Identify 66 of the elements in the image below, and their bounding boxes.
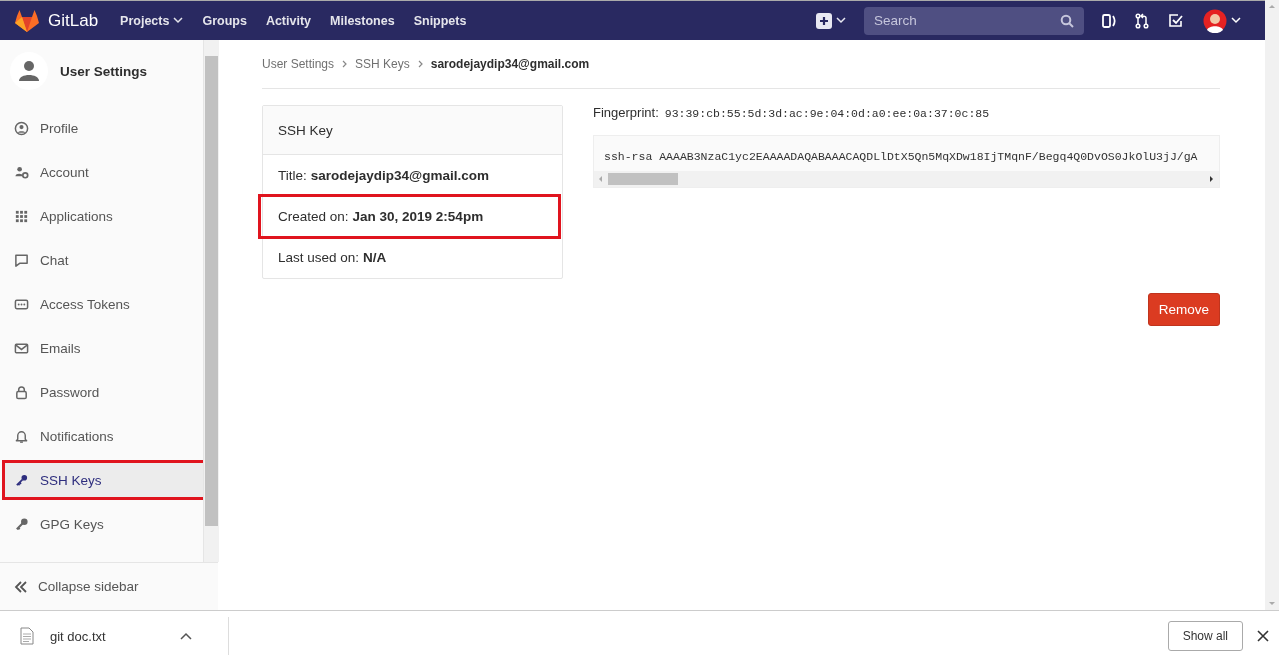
double-chevron-left-icon	[14, 580, 28, 593]
lock-icon	[14, 384, 29, 400]
plus-icon	[816, 12, 832, 29]
breadcrumb-link[interactable]: sarodejaydip34@gmail.com	[430, 57, 590, 71]
chevron-right-icon	[417, 60, 423, 68]
search-field[interactable]: Search	[864, 6, 1084, 35]
sidebar-item[interactable]: Chat	[4, 242, 203, 278]
show-all-button[interactable]: Show all	[1167, 621, 1243, 651]
fingerprint-label: Fingerprint:	[593, 105, 659, 120]
sidebar-item[interactable]: Applications	[4, 198, 203, 234]
chevron-up-icon	[180, 632, 192, 640]
breadcrumb-link[interactable]: SSH Keys	[355, 57, 410, 71]
chevron-down-icon	[1231, 17, 1241, 24]
scrollbar-thumb[interactable]	[608, 173, 678, 185]
panel-icon	[1102, 12, 1116, 29]
search-icon	[1060, 13, 1074, 28]
sidebar-item[interactable]: Emails	[4, 330, 203, 366]
sidebar-toggle-button[interactable]	[1102, 12, 1116, 29]
nav-link[interactable]: Snippets	[413, 13, 467, 28]
document-icon	[20, 627, 34, 645]
chevron-down-icon	[173, 17, 184, 24]
key-icon	[14, 516, 29, 532]
sidebar-item[interactable]: SSH Keys	[4, 462, 203, 498]
avatar	[1203, 8, 1227, 33]
chevron-right-icon	[342, 60, 348, 68]
sidebar-title: User Settings	[60, 63, 148, 79]
merge-request-icon	[1135, 12, 1149, 29]
fingerprint-value: 93:39:cb:55:5d:3d:ac:9e:04:0d:a0:ee:0a:37:0c:85	[664, 107, 990, 120]
profile-icon	[14, 120, 29, 136]
nav-link[interactable]: Activity	[265, 13, 312, 28]
breadcrumb-link[interactable]: User Settings	[262, 57, 335, 71]
remove-button[interactable]: Remove	[1147, 293, 1220, 326]
sidebar-item[interactable]: Access Tokens	[4, 286, 203, 322]
grid-icon	[14, 208, 29, 224]
sidebar-scrollbar[interactable]	[204, 40, 219, 562]
card-title: SSH Key	[278, 122, 333, 138]
sidebar-item[interactable]: Account	[4, 154, 203, 190]
key-text: ssh-rsa AAAAB3NzaC1yc2EAAAADAQABAAACAQDLlDtX5Qn5MqXDw18IjTMqnF/Begq4Q0DvOS0JkOlU3jJ/gA	[603, 149, 1199, 165]
nav-link[interactable]: Groups	[202, 13, 247, 28]
detail-text: Title: sarodejaydip34@gmail.com	[277, 167, 490, 185]
todos-button[interactable]	[1168, 12, 1184, 29]
nav-link[interactable]: Milestones	[330, 13, 395, 28]
chevron-down-icon	[836, 17, 846, 24]
bell-icon	[14, 428, 29, 444]
detail-text: Created on: Jan 30, 2019 2:54pm	[260, 196, 559, 237]
horizontal-scrollbar[interactable]	[594, 171, 1219, 187]
collapse-sidebar-button[interactable]: Collapse sidebar	[0, 562, 218, 610]
new-menu-button[interactable]	[816, 12, 846, 29]
close-button[interactable]	[1257, 630, 1269, 642]
merge-requests-button[interactable]	[1135, 12, 1149, 29]
nav-link[interactable]: Projects	[120, 13, 184, 28]
chat-icon	[14, 252, 29, 268]
close-icon	[1257, 630, 1269, 642]
download-item[interactable]: git doc.txt	[0, 617, 229, 655]
user-menu-button[interactable]	[1203, 8, 1241, 33]
key-icon	[14, 472, 29, 488]
checkbox-icon	[1168, 12, 1184, 29]
brand-name[interactable]: GitLab	[48, 10, 99, 31]
search-input[interactable]: Search	[874, 13, 1044, 28]
fox-logo-icon[interactable]	[14, 8, 40, 33]
sidebar-item[interactable]: Notifications	[4, 418, 203, 454]
sidebar-item[interactable]: Profile	[4, 110, 203, 146]
detail-text: Last used on: N/A	[277, 249, 388, 267]
sidebar-item[interactable]: GPG Keys	[4, 506, 203, 542]
sidebar-item[interactable]: Password	[4, 374, 203, 410]
user-avatar	[10, 52, 48, 90]
